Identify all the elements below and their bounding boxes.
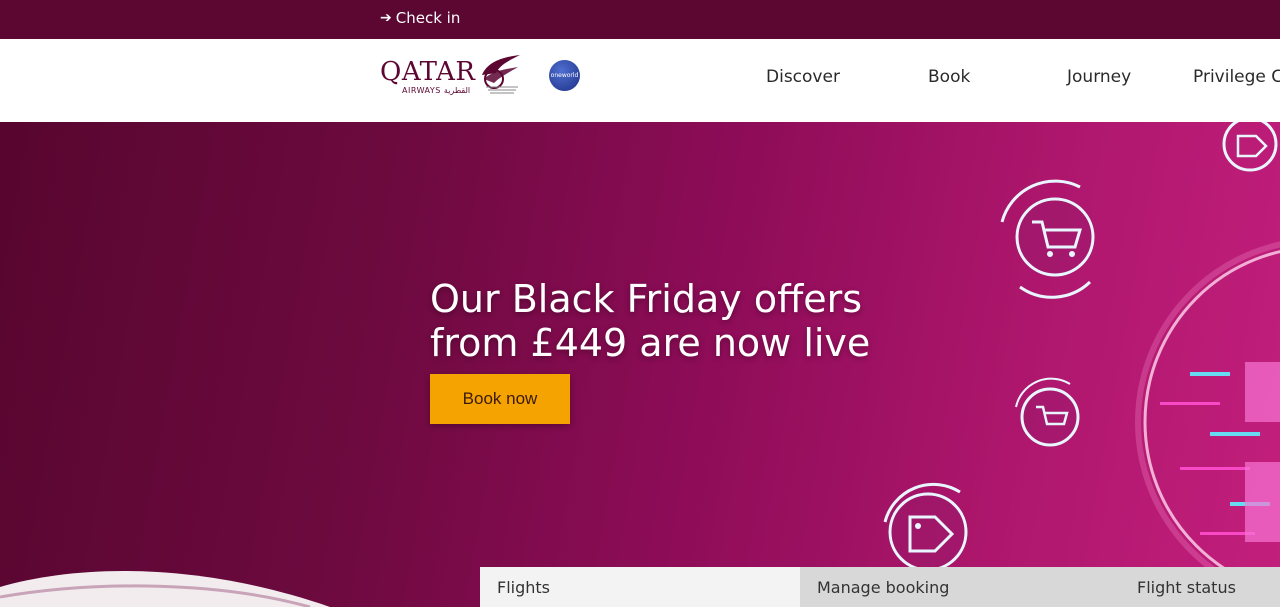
oryx-icon	[482, 55, 520, 94]
hero-headline: Our Black Friday offers from £449 are no…	[430, 277, 930, 365]
price-tag-icon	[883, 482, 968, 572]
utility-bar: ➔ Check in	[0, 0, 1280, 39]
nav-journey[interactable]: Journey	[1067, 67, 1131, 87]
decorative-wave	[0, 571, 330, 607]
logo-subtext: AIRWAYS القطرية	[402, 86, 471, 95]
oneworld-label: oneworld	[550, 72, 579, 79]
tab-manage-booking[interactable]: Manage booking	[800, 567, 1120, 607]
hero-title-line1: Our Black Friday offers	[430, 277, 863, 321]
logo-wordmark: QATAR	[380, 57, 476, 87]
hero-title-line2: from £449 are now live	[430, 321, 871, 365]
check-in-link[interactable]: ➔ Check in	[380, 9, 460, 27]
hero-banner: Our Black Friday offers from £449 are no…	[0, 122, 1280, 607]
oneworld-badge[interactable]: oneworld	[549, 60, 580, 91]
nav-discover[interactable]: Discover	[766, 67, 840, 87]
arrow-right-icon: ➔	[380, 10, 392, 26]
shopping-cart-icon	[1000, 179, 1095, 299]
tab-flight-status[interactable]: Flight status	[1120, 567, 1280, 607]
book-now-button[interactable]: Book now	[430, 374, 570, 424]
qatar-airways-logo[interactable]: QATAR AIRWAYS القطرية	[380, 53, 525, 103]
check-in-label: Check in	[395, 9, 461, 27]
tab-flights[interactable]: Flights	[480, 567, 800, 607]
nav-privilege-club[interactable]: Privilege Cl	[1193, 67, 1280, 87]
nav-book[interactable]: Book	[928, 67, 970, 87]
main-header: QATAR AIRWAYS القطرية oneworld Discover …	[0, 39, 1280, 122]
